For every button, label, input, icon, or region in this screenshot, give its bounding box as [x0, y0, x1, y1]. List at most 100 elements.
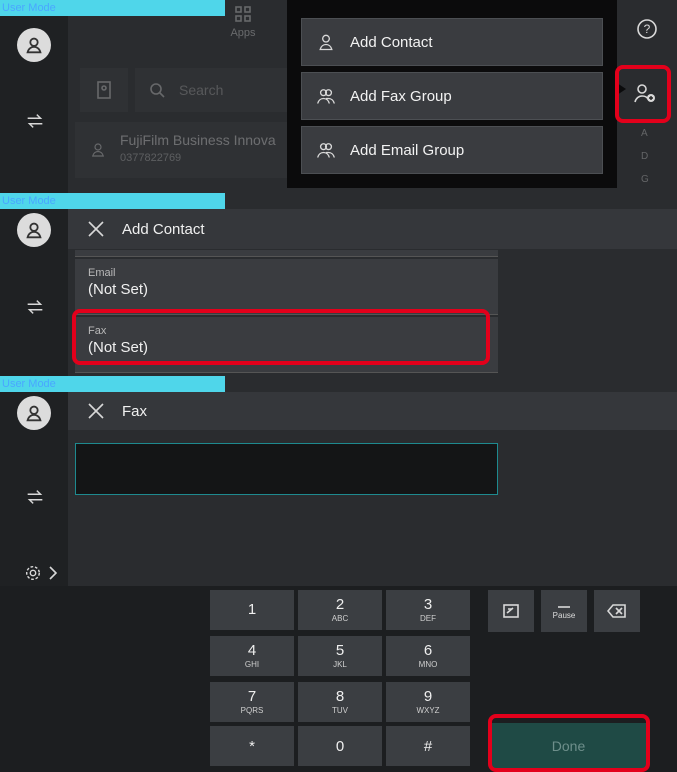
key-7[interactable]: 7 PQRS [210, 682, 294, 722]
key-digit: 0 [335, 737, 345, 755]
key-3[interactable]: 3 DEF [386, 590, 470, 630]
add-menu-popup: Add Contact Add Fax Group Add Email Grou… [287, 0, 617, 188]
menu-item-label: Add Fax Group [350, 87, 452, 105]
pause-dash-icon [558, 605, 570, 608]
left-sidebar [0, 376, 68, 586]
user-avatar[interactable] [17, 396, 51, 430]
dialog-title: Add Contact [122, 220, 205, 238]
address-book-button[interactable] [80, 68, 128, 112]
key-digit: # [423, 737, 433, 755]
settings-button[interactable] [24, 564, 58, 582]
key-hash[interactable]: # [386, 726, 470, 766]
apps-grid-icon [235, 6, 251, 22]
contact-name: FujiFilm Business Innova [120, 132, 276, 148]
backspace-button[interactable] [594, 590, 640, 632]
key-digit: 5 [335, 642, 345, 659]
person-icon [91, 143, 105, 157]
key-4[interactable]: 4 GHI [210, 636, 294, 676]
paste-icon [503, 604, 519, 618]
key-digit: * [249, 737, 255, 755]
key-digit: 9 [423, 688, 433, 705]
index-letters[interactable]: A D G [641, 122, 649, 191]
contact-number: 0377822769 [120, 152, 182, 164]
left-sidebar [0, 193, 68, 376]
menu-add-email-group[interactable]: Add Email Group [301, 126, 603, 174]
group-icon [317, 89, 335, 104]
mode-label: User Mode [2, 195, 56, 207]
close-icon[interactable] [86, 219, 106, 239]
email-label: Email [88, 267, 116, 279]
fax-number-input[interactable] [75, 443, 498, 495]
key-letters: DEF [420, 614, 436, 623]
key-digit: 3 [423, 596, 433, 613]
switch-icon[interactable] [24, 486, 46, 508]
user-avatar[interactable] [17, 213, 51, 247]
key-digit: 4 [247, 642, 257, 659]
search-icon [150, 83, 165, 98]
highlight-done-button [488, 714, 650, 772]
index-letter[interactable]: D [641, 145, 649, 168]
key-6[interactable]: 6 MNO [386, 636, 470, 676]
dialog-header: Fax [68, 392, 677, 430]
chevron-right-icon [49, 566, 58, 580]
mode-label: User Mode [2, 2, 56, 14]
key-letters: TUV [332, 706, 348, 715]
key-digit: 6 [423, 642, 433, 659]
person-icon [319, 34, 333, 51]
key-letters: WXYZ [416, 706, 440, 715]
fax-entry-panel: User Mode Fax 1 2 ABC 3 DEF 4 GHI 5 JKL 6 MNO… [0, 376, 677, 772]
contact-row[interactable]: FujiFilm Business Innova 0377822769 [75, 122, 295, 178]
key-letters: MNO [418, 660, 438, 669]
person-icon [26, 37, 42, 54]
user-avatar[interactable] [17, 28, 51, 62]
search-placeholder: Search [179, 82, 224, 98]
menu-item-label: Add Contact [350, 33, 433, 51]
menu-add-fax-group[interactable]: Add Fax Group [301, 72, 603, 120]
key-star[interactable]: * [210, 726, 294, 766]
address-book-icon [97, 81, 111, 99]
dialog-title: Fax [122, 402, 148, 420]
person-icon [26, 405, 42, 422]
index-letter[interactable]: A [641, 122, 649, 145]
previous-field[interactable] [75, 250, 498, 257]
group-icon [317, 143, 335, 158]
close-icon[interactable] [86, 401, 106, 421]
paste-button[interactable] [488, 590, 534, 632]
contacts-panel: User Mode Apps Search FujiFilm Business … [0, 0, 677, 193]
key-letters: PQRS [240, 706, 264, 715]
key-8[interactable]: 8 TUV [298, 682, 382, 722]
key-digit: 8 [335, 688, 345, 705]
key-5[interactable]: 5 JKL [298, 636, 382, 676]
key-letters: GHI [244, 660, 260, 669]
left-sidebar [0, 0, 68, 193]
highlight-add-contact-button [615, 65, 671, 123]
mode-label: User Mode [2, 378, 56, 390]
email-value: (Not Set) [88, 281, 149, 298]
email-field[interactable]: Email (Not Set) [75, 259, 498, 315]
help-icon[interactable]: ? [636, 18, 658, 40]
switch-icon[interactable] [24, 296, 46, 318]
index-letter[interactable]: G [641, 168, 649, 191]
gear-icon [25, 565, 41, 581]
apps-button[interactable]: Apps [228, 6, 258, 39]
key-letters: JKL [333, 660, 347, 669]
key-digit: 2 [335, 596, 345, 613]
key-digit: 1 [247, 600, 257, 618]
highlight-fax-field [72, 309, 490, 365]
person-icon [26, 222, 42, 239]
pause-button[interactable]: Pause [541, 590, 587, 632]
svg-text:?: ? [644, 22, 651, 36]
key-9[interactable]: 9 WXYZ [386, 682, 470, 722]
search-input[interactable]: Search [135, 68, 295, 112]
key-2[interactable]: 2 ABC [298, 590, 382, 630]
switch-icon[interactable] [24, 110, 46, 132]
menu-item-label: Add Email Group [350, 141, 465, 159]
dialog-header: Add Contact [68, 209, 677, 249]
menu-add-contact[interactable]: Add Contact [301, 18, 603, 66]
key-letters: ABC [331, 614, 349, 623]
apps-label: Apps [230, 27, 256, 39]
key-1[interactable]: 1 [210, 590, 294, 630]
key-digit: 7 [247, 688, 257, 705]
pause-label: Pause [552, 610, 576, 620]
key-0[interactable]: 0 [298, 726, 382, 766]
